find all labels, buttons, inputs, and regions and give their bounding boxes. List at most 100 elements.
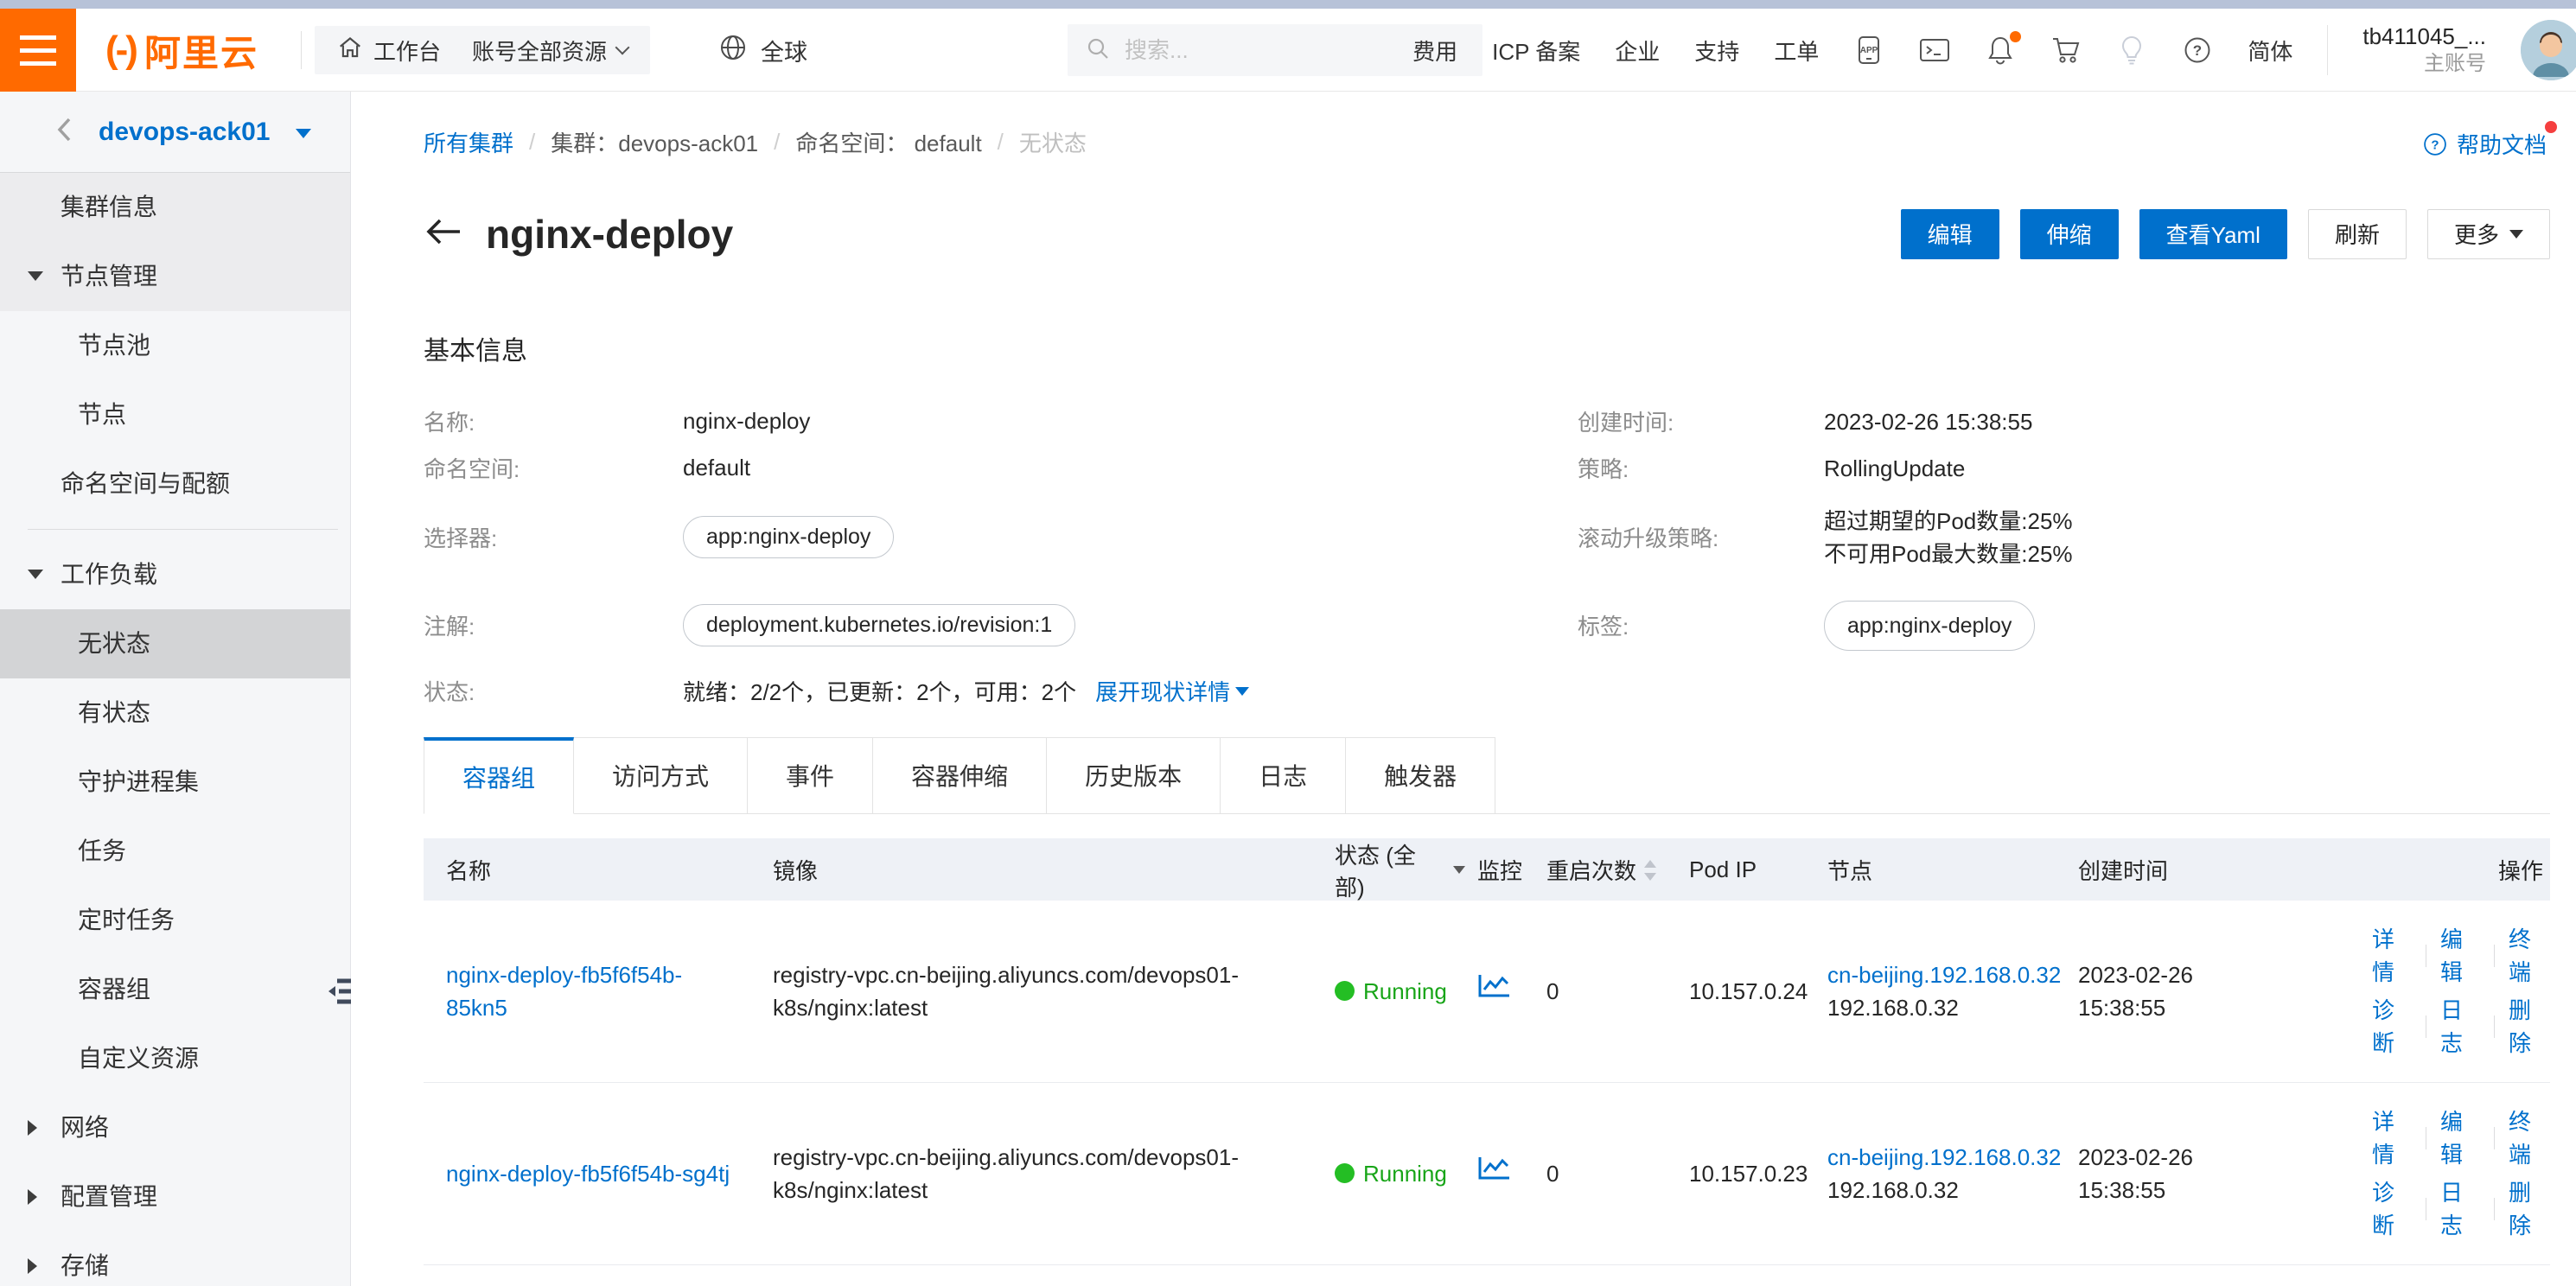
sidebar-item-custom-resources[interactable]: 自定义资源 bbox=[0, 1024, 350, 1093]
nav-icp[interactable]: ICP 备案 bbox=[1492, 35, 1580, 67]
nav-billing[interactable]: 费用 bbox=[1412, 35, 1457, 67]
rolling-update-line1: 超过期望的Pod数量:25% bbox=[1824, 505, 2550, 538]
tab-triggers[interactable]: 触发器 bbox=[1345, 737, 1495, 813]
table-header: 名称 镜像 状态 (全部) 监控 重启次数 Pod IP 节点 创建时间 操作 bbox=[424, 838, 2550, 901]
cluster-switcher[interactable]: devops-ack01 bbox=[0, 92, 350, 173]
red-badge-dot bbox=[2545, 121, 2557, 133]
cluster-name[interactable]: devops-ack01 bbox=[99, 118, 270, 147]
sidebar-item-pods[interactable]: 容器组 bbox=[0, 955, 350, 1024]
sidebar-item-jobs[interactable]: 任务 bbox=[0, 817, 350, 886]
top-header: (-) 阿里云 工作台 账号全部资源 全球 费用 bbox=[0, 9, 2576, 92]
action-buttons: 编辑 伸缩 查看Yaml 刷新 更多 bbox=[1901, 209, 2550, 259]
lightbulb-icon[interactable] bbox=[2116, 35, 2147, 66]
nav-tickets[interactable]: 工单 bbox=[1774, 35, 1819, 67]
delete-link[interactable]: 删除 bbox=[2509, 994, 2548, 1060]
sidebar-item-namespaces-quotas[interactable]: 命名空间与配额 bbox=[0, 449, 350, 519]
aliyun-logo[interactable]: (-) 阿里云 bbox=[105, 9, 258, 92]
nav-enterprise[interactable]: 企业 bbox=[1615, 35, 1660, 67]
sidebar-item-statefulsets[interactable]: 有状态 bbox=[0, 678, 350, 748]
diagnose-link[interactable]: 诊断 bbox=[2372, 1176, 2412, 1242]
expand-status-label: 展开现状详情 bbox=[1095, 675, 1230, 707]
col-restarts-sort[interactable]: 重启次数 bbox=[1534, 854, 1677, 886]
cloudshell-icon[interactable] bbox=[1919, 35, 1950, 66]
nav-support[interactable]: 支持 bbox=[1694, 35, 1739, 67]
language-selector[interactable]: 简体 bbox=[2248, 35, 2292, 67]
node-link[interactable]: cn-beijing.192.168.0.32 bbox=[1827, 958, 2069, 991]
node-ip: 192.168.0.32 bbox=[1827, 991, 2066, 1024]
detail-link[interactable]: 详情 bbox=[2372, 923, 2412, 989]
notifications-bell-icon[interactable] bbox=[1985, 35, 2016, 66]
hamburger-menu-icon[interactable] bbox=[0, 9, 76, 92]
tab-scaling[interactable]: 容器伸缩 bbox=[872, 737, 1047, 813]
pod-created: 2023-02-26 15:38:55 bbox=[2078, 958, 2225, 1024]
edit-button[interactable]: 编辑 bbox=[1901, 209, 1999, 259]
tab-events[interactable]: 事件 bbox=[747, 737, 873, 813]
account-role: 主账号 bbox=[2362, 50, 2486, 78]
page-title: nginx-deploy bbox=[486, 211, 733, 258]
sidebar-item-daemonsets[interactable]: 守护进程集 bbox=[0, 748, 350, 817]
diagnose-link[interactable]: 诊断 bbox=[2372, 994, 2412, 1060]
sidebar-item-nodes[interactable]: 节点 bbox=[0, 380, 350, 449]
sidebar-group-config-management[interactable]: 配置管理 bbox=[0, 1162, 350, 1232]
log-link[interactable]: 日志 bbox=[2440, 1176, 2480, 1242]
delete-link[interactable]: 删除 bbox=[2509, 1176, 2548, 1242]
pod-status: Running bbox=[1363, 975, 1447, 1008]
selector-label: 选择器: bbox=[424, 521, 683, 553]
sidebar-item-node-pools[interactable]: 节点池 bbox=[0, 311, 350, 380]
breadcrumb: 所有集群 / 集群：devops-ack01 / 命名空间： default /… bbox=[424, 92, 2550, 158]
account-scope-dropdown[interactable]: 账号全部资源 bbox=[450, 26, 650, 74]
sidebar-group-network[interactable]: 网络 bbox=[0, 1093, 350, 1162]
basic-info-grid: 名称: nginx-deploy 创建时间: 2023-02-26 15:38:… bbox=[424, 398, 2550, 715]
sidebar-item-cronjobs[interactable]: 定时任务 bbox=[0, 886, 350, 955]
sidebar-item-cluster-info[interactable]: 集群信息 bbox=[0, 173, 350, 242]
workbench-button[interactable]: 工作台 bbox=[315, 26, 463, 74]
pod-name-link[interactable]: nginx-deploy-fb5f6f54b-85kn5 bbox=[446, 958, 731, 1024]
tab-logs[interactable]: 日志 bbox=[1220, 737, 1346, 813]
edit-link[interactable]: 编辑 bbox=[2440, 1105, 2480, 1171]
edit-link[interactable]: 编辑 bbox=[2440, 923, 2480, 989]
logo-word: 阿里云 bbox=[144, 24, 258, 77]
back-arrow-icon[interactable] bbox=[424, 217, 463, 251]
caret-down-icon bbox=[296, 129, 311, 138]
sidebar-item-deployments[interactable]: 无状态 bbox=[0, 609, 350, 678]
monitor-chart-icon[interactable] bbox=[1477, 1162, 1512, 1188]
tab-access[interactable]: 访问方式 bbox=[573, 737, 748, 813]
terminal-link[interactable]: 终端 bbox=[2509, 1105, 2548, 1171]
expand-status-link[interactable]: 展开现状详情 bbox=[1095, 675, 1249, 707]
scale-button[interactable]: 伸缩 bbox=[2020, 209, 2119, 259]
tab-pods[interactable]: 容器组 bbox=[424, 737, 574, 814]
node-link[interactable]: cn-beijing.192.168.0.32 bbox=[1827, 1141, 2069, 1174]
col-status-filter[interactable]: 状态 (全部) bbox=[1323, 838, 1465, 902]
refresh-button[interactable]: 刷新 bbox=[2308, 209, 2407, 259]
detail-link[interactable]: 详情 bbox=[2372, 1105, 2412, 1171]
sort-icon bbox=[1643, 859, 1657, 882]
monitor-chart-icon[interactable] bbox=[1477, 980, 1512, 1006]
detail-tabs: 容器组 访问方式 事件 容器伸缩 历史版本 日志 触发器 bbox=[424, 737, 2550, 814]
namespace-label: 命名空间: bbox=[424, 452, 683, 484]
pod-image: registry-vpc.cn-beijing.aliyuncs.com/dev… bbox=[773, 1141, 1309, 1206]
col-image: 镜像 bbox=[761, 854, 1323, 886]
terminal-link[interactable]: 终端 bbox=[2509, 923, 2548, 989]
help-doc-link[interactable]: ? 帮助文档 bbox=[2422, 128, 2547, 160]
more-button[interactable]: 更多 bbox=[2427, 209, 2550, 259]
pod-name-link[interactable]: nginx-deploy-fb5f6f54b-sg4tj bbox=[446, 1157, 731, 1190]
region-selector[interactable]: 全球 bbox=[717, 9, 807, 92]
app-icon[interactable]: APP bbox=[1853, 35, 1884, 66]
view-yaml-button[interactable]: 查看Yaml bbox=[2139, 209, 2287, 259]
status-label: 状态: bbox=[424, 675, 683, 707]
avatar[interactable] bbox=[2521, 20, 2576, 80]
breadcrumb-all-clusters[interactable]: 所有集群 bbox=[424, 126, 513, 158]
cart-icon[interactable] bbox=[2050, 35, 2082, 66]
sidebar-group-workloads[interactable]: 工作负载 bbox=[0, 540, 350, 609]
help-circle-icon: ? bbox=[2422, 131, 2448, 157]
log-link[interactable]: 日志 bbox=[2440, 994, 2480, 1060]
sidebar-group-storage[interactable]: 存储 bbox=[0, 1232, 350, 1286]
caret-down-icon bbox=[2509, 230, 2523, 239]
tab-history[interactable]: 历史版本 bbox=[1046, 737, 1221, 813]
back-chevron-icon[interactable] bbox=[55, 116, 73, 148]
sidebar-group-node-management[interactable]: 节点管理 bbox=[0, 242, 350, 311]
name-value: nginx-deploy bbox=[683, 408, 1578, 435]
created-value: 2023-02-26 15:38:55 bbox=[1824, 405, 2550, 438]
help-circle-icon[interactable]: ? bbox=[2182, 35, 2213, 66]
account-menu[interactable]: tb411045_... 主账号 bbox=[2362, 22, 2486, 78]
